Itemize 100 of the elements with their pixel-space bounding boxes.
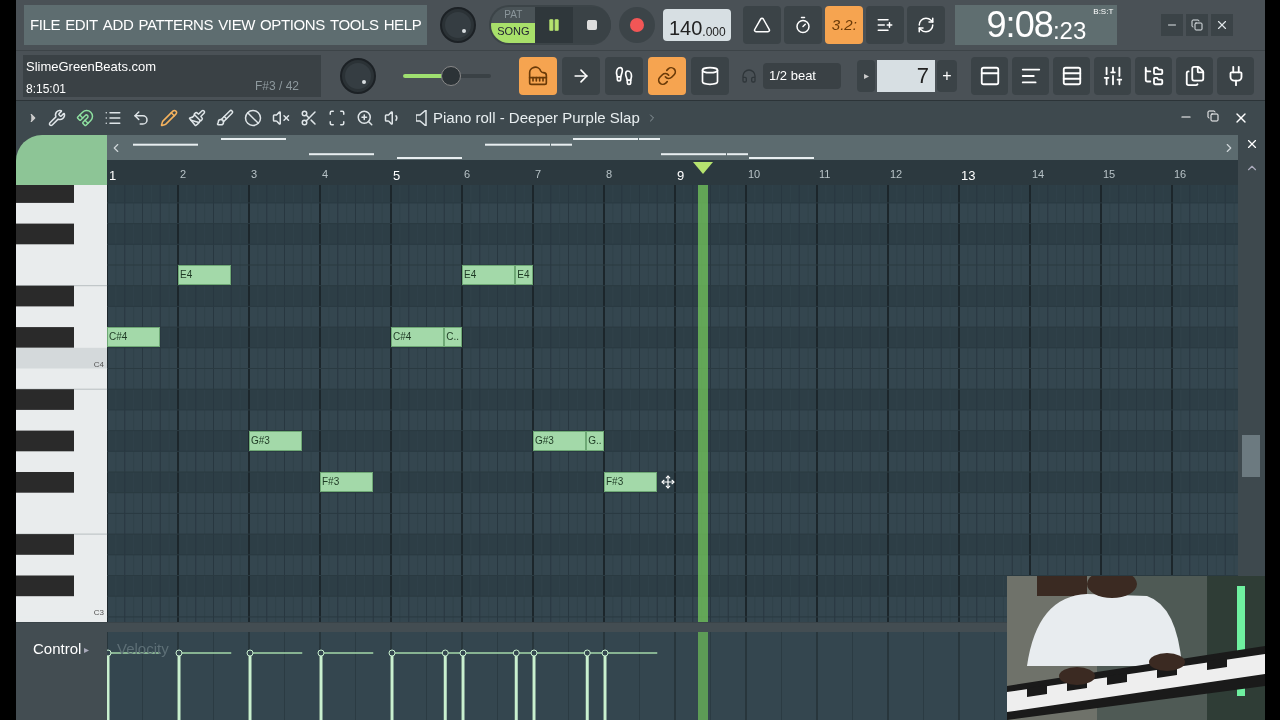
mute-icon [272,109,290,127]
bar-number: 8 [606,167,613,182]
menu-item[interactable]: FILE [30,13,61,37]
stop-icon [586,19,599,31]
play-button[interactable] [535,7,574,43]
time-ticks: :23 [1052,19,1087,43]
countdown-button[interactable]: 3.2: [825,6,864,44]
corner-tab[interactable] [16,135,107,185]
note[interactable]: E4 [178,265,232,285]
selection-icon [328,109,346,127]
tempo-field[interactable]: 140.000 [663,9,732,41]
list-icon [104,109,122,127]
overview-strip[interactable] [107,135,1238,160]
files-icon [1183,64,1206,87]
note[interactable]: E4 [462,265,516,285]
note[interactable]: E4 [515,265,533,285]
footprint-button[interactable] [605,56,643,95]
plugin-button[interactable] [1217,56,1254,95]
knob-button[interactable] [691,56,729,95]
close-button[interactable] [1211,14,1233,36]
headphones-icon [741,67,757,84]
note[interactable]: F#3 [604,472,658,492]
keyboard-button[interactable] [519,56,557,95]
menu-item[interactable]: ADD [102,13,134,37]
restore-icon [1207,110,1219,122]
bar-number: 12 [890,167,903,182]
control-arrow[interactable]: ▸ [84,642,90,657]
note[interactable]: G.. [586,430,604,451]
add-pattern-button[interactable]: + [937,59,957,92]
menu-item[interactable]: TOOLS [329,13,379,37]
record-button[interactable] [619,7,656,43]
minimize-button[interactable] [1161,14,1183,36]
time-format: B:S:T [1093,6,1114,18]
pencil-icon [160,109,178,127]
bar-number: 5 [393,167,401,185]
move-cursor-icon [660,475,675,489]
keyboard-icon [528,65,548,86]
steps-button[interactable] [1012,56,1049,95]
note[interactable]: G#3 [533,430,587,451]
channels-button[interactable] [1053,56,1090,95]
footprint-icon [614,65,634,86]
step-button[interactable] [866,6,905,44]
bar-number: 15 [1103,167,1116,182]
control-label[interactable]: Control [33,638,82,661]
panel-icon [978,64,1001,87]
vertical-scrollbar-thumb[interactable] [1242,435,1260,477]
key-label: C4 [93,358,104,371]
magnet-icon [76,109,94,127]
menu-item[interactable]: HELP [383,13,422,37]
menu-item[interactable]: PATTERNS [138,13,214,37]
menu-item[interactable]: OPTIONS [260,13,325,37]
metronome-icon [753,16,772,34]
files-button[interactable] [1176,56,1213,95]
pattern-prev-button[interactable]: ▸ [857,59,875,92]
browser-button[interactable] [1135,56,1172,95]
folder-tree-icon [1142,64,1165,87]
record-icon [630,18,645,32]
bar-number: 16 [1174,167,1187,182]
bar-number: 11 [819,167,831,182]
scissors-icon [300,109,318,127]
restore-button[interactable] [1186,14,1208,36]
time-main: 9:08 [986,7,1053,43]
bar-number: 14 [1032,167,1045,182]
rows-icon [1060,64,1083,87]
menu-item[interactable]: EDIT [65,13,98,37]
note[interactable]: F#3 [320,472,374,492]
menu-item[interactable]: VIEW [218,13,256,37]
pause-icon [547,18,562,32]
loop-button[interactable] [907,6,946,44]
song-toggle[interactable]: SONG [491,23,536,43]
hint-value: F#3 / 42 [254,77,299,95]
speaker-icon [416,110,427,126]
wait-button[interactable] [784,6,823,44]
bar-number: 1 [109,167,117,185]
playhead-marker-icon[interactable] [693,162,714,174]
metronome-button[interactable] [743,6,782,44]
note[interactable]: C#4 [391,327,445,348]
timeline-ruler[interactable]: 1 2 3 4 5 6 7 8 9 10 11 12 13 14 15 16 [107,160,1238,185]
pattern-number-field[interactable]: 7 [877,59,935,92]
bar-number: 3 [251,167,258,182]
bar-number: 9 [677,167,685,185]
undo-icon [132,109,150,127]
link-icon [657,65,677,86]
note[interactable]: G#3 [249,430,303,451]
bar-number: 7 [535,167,542,182]
bar-number: 2 [180,167,187,182]
playlist-button[interactable] [971,56,1008,95]
note[interactable]: C#4 [107,327,161,348]
link-button[interactable] [648,56,686,95]
arrow-button[interactable] [562,56,600,95]
wait-icon [794,16,813,34]
bar-number: 4 [322,167,329,182]
brush-icon [216,109,234,127]
mixer-button[interactable] [1094,56,1131,95]
snap-selector[interactable]: 1/2 beat [763,62,841,89]
hint-time: 8:15:01 [26,81,67,98]
piano-roll-title: Piano roll - Deeper Purple Slap [433,107,640,128]
paintbrush-icon [188,109,206,127]
hint-title: SlimeGreenBeats.com [26,57,158,76]
note[interactable]: C.. [444,327,462,348]
